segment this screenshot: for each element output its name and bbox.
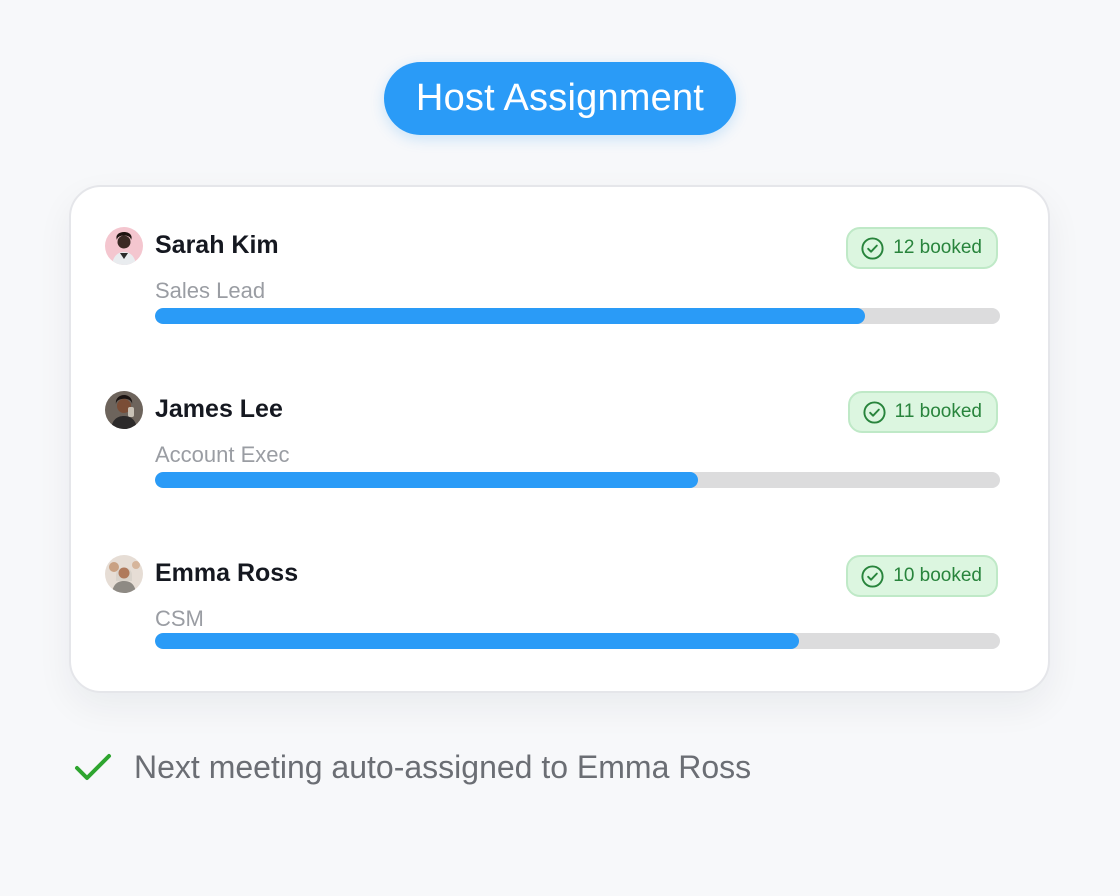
- avatar-photo-icon: [105, 227, 143, 265]
- host-name: Emma Ross: [155, 559, 299, 587]
- host-role: Sales Lead: [155, 278, 266, 303]
- load-bar-fill: [155, 472, 699, 488]
- load-bar: [155, 472, 1000, 488]
- page-title: Host Assignment: [384, 62, 736, 135]
- load-bar: [155, 308, 1000, 324]
- host-name: Sarah Kim: [155, 231, 279, 259]
- host-row: Sarah Kim Sales Lead 12 booked: [71, 187, 1048, 324]
- check-circle-icon: [863, 400, 886, 424]
- assignment-message: Next meeting auto-assigned to Emma Ross: [134, 748, 752, 785]
- booked-count: 12 booked: [893, 237, 982, 258]
- checkmark-icon: [75, 754, 111, 780]
- booked-badge: 10 booked: [846, 555, 998, 597]
- host-role: CSM: [155, 606, 204, 631]
- load-bar-fill: [155, 308, 865, 324]
- load-bar: [155, 633, 1000, 649]
- booked-count: 11 booked: [894, 401, 982, 422]
- host-role: Account Exec: [155, 442, 290, 467]
- host-list-card: Sarah Kim Sales Lead 12 booked James Lee…: [69, 185, 1050, 693]
- avatar-photo-icon: [105, 391, 143, 429]
- load-bar-fill: [155, 633, 799, 649]
- host-name: James Lee: [155, 395, 283, 423]
- check-circle-icon: [861, 236, 884, 260]
- check-circle-icon: [861, 564, 884, 588]
- booked-count: 10 booked: [893, 565, 982, 586]
- booked-badge: 12 booked: [846, 227, 998, 269]
- avatar-photo-icon: [105, 555, 143, 593]
- avatar: [105, 555, 143, 593]
- host-row: Emma Ross CSM 10 booked: [71, 515, 1048, 649]
- avatar: [105, 227, 143, 265]
- assignment-status: Next meeting auto-assigned to Emma Ross: [74, 744, 751, 790]
- booked-badge: 11 booked: [847, 391, 998, 433]
- avatar: [105, 391, 143, 429]
- host-row: James Lee Account Exec 11 booked: [71, 351, 1048, 488]
